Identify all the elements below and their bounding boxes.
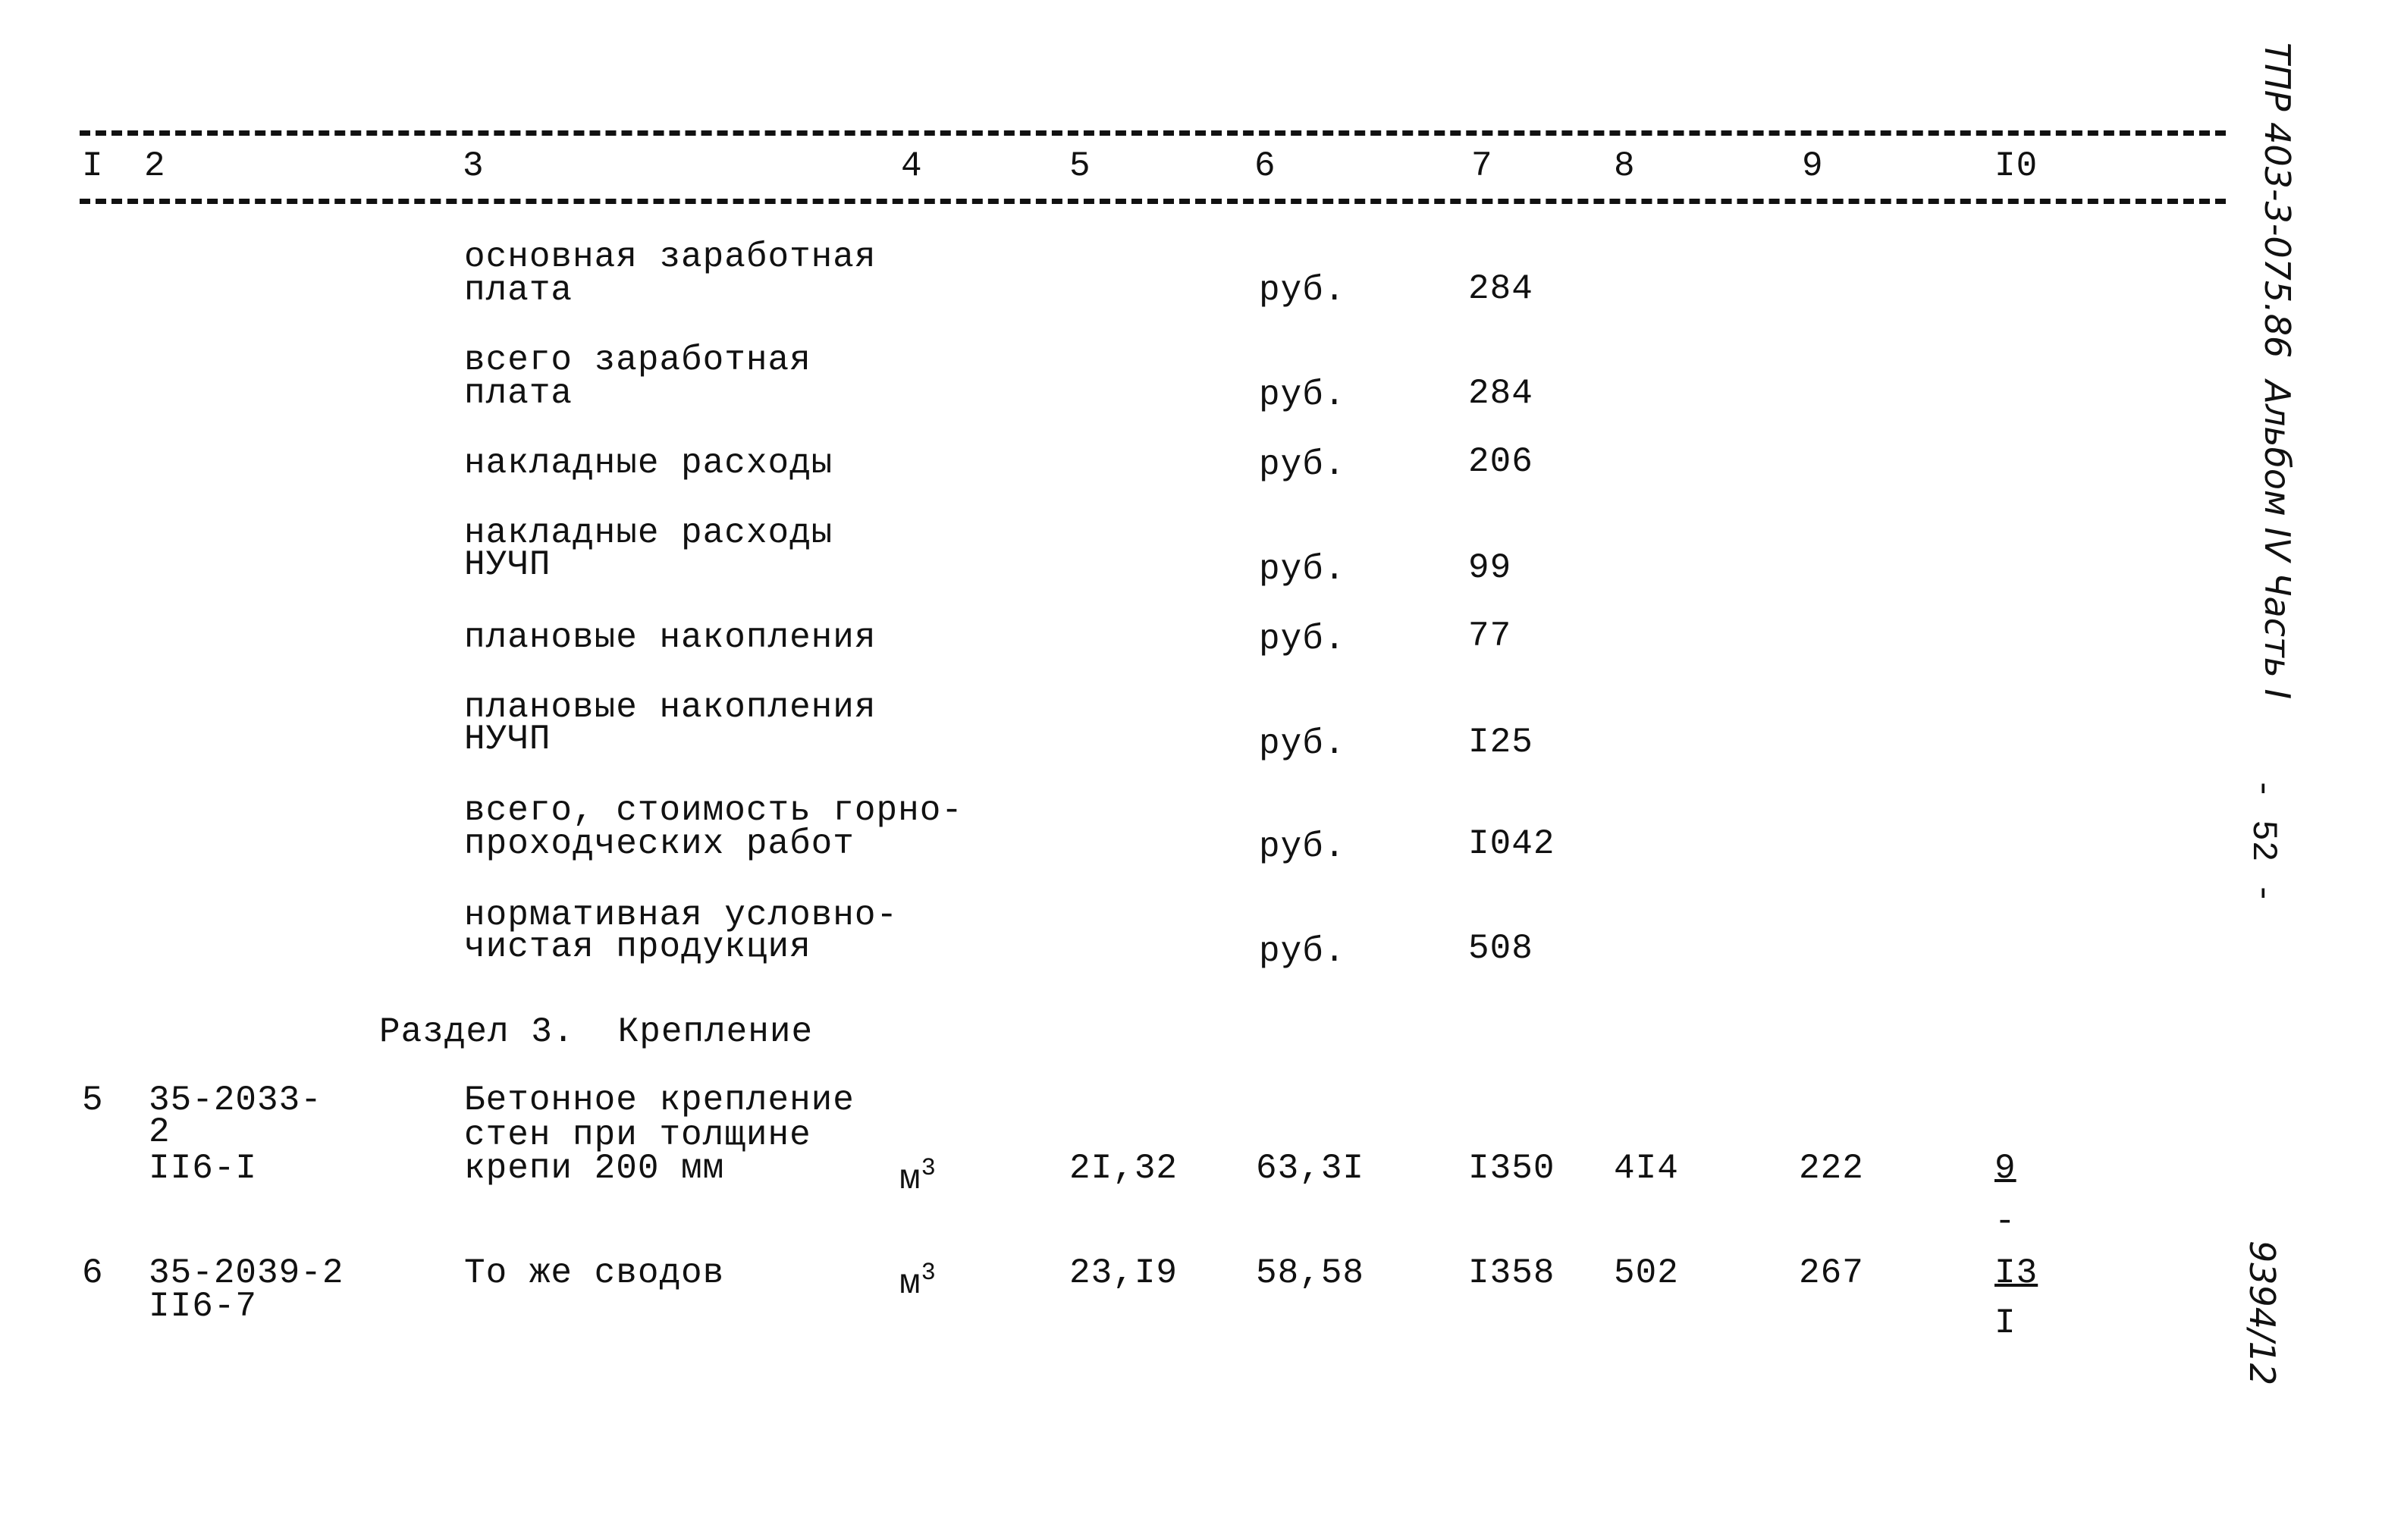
row-col-6: 58,58 <box>1256 1253 1365 1293</box>
cost-item-label: НУЧП <box>464 545 551 585</box>
unit-exponent: 3 <box>921 1259 937 1287</box>
row-description: стен при толщине <box>464 1115 811 1155</box>
col-header-5: 5 <box>1069 146 1091 186</box>
row-col-8: 4I4 <box>1614 1149 1679 1188</box>
col-header-2: 2 <box>144 146 166 186</box>
cost-item-unit: руб. <box>1259 724 1346 764</box>
row-number: 6 <box>82 1253 104 1293</box>
margin-inventory-number: 9394/12 <box>2242 1240 2283 1386</box>
section-title: Раздел 3. Крепление <box>379 1012 814 1052</box>
cost-item-unit: руб. <box>1259 827 1346 867</box>
col-header-6: 6 <box>1254 146 1276 186</box>
row-col-7: I350 <box>1468 1149 1555 1188</box>
row-col-10-bottom: - <box>1994 1202 2016 1241</box>
row-code: 35-2033- <box>149 1081 322 1120</box>
col-header-8: 8 <box>1614 146 1636 186</box>
cost-item-label: плата <box>464 271 573 310</box>
cost-item-value: 77 <box>1468 616 1512 656</box>
row-col-5: 23,I9 <box>1069 1253 1178 1293</box>
cost-item-unit: руб. <box>1259 619 1346 659</box>
row-unit: м3 <box>899 1256 937 1301</box>
row-col-6: 63,3I <box>1256 1149 1365 1188</box>
row-col-10-top: I3 <box>1994 1253 2038 1293</box>
cost-item-value: 284 <box>1468 374 1533 413</box>
cost-item-unit: руб. <box>1259 445 1346 485</box>
col-header-9: 9 <box>1802 146 1824 186</box>
row-number: 5 <box>82 1081 104 1120</box>
cost-item-label: чистая продукция <box>464 927 811 967</box>
cost-item-unit: руб. <box>1259 271 1346 310</box>
row-col-7: I358 <box>1468 1253 1555 1293</box>
cost-item-value: 284 <box>1468 269 1533 309</box>
row-col-8: 502 <box>1614 1253 1679 1293</box>
cost-item-value: 206 <box>1468 442 1533 481</box>
row-description: То же сводов <box>464 1253 725 1293</box>
row-code: II6-I <box>149 1149 258 1188</box>
cost-item-value: I25 <box>1468 723 1533 762</box>
cost-item-value: 508 <box>1468 929 1533 968</box>
row-description: крепи 200 мм <box>464 1149 725 1188</box>
cost-item-unit: руб. <box>1259 550 1346 589</box>
cost-item-value: I042 <box>1468 824 1555 864</box>
row-col-9: 267 <box>1799 1253 1864 1293</box>
row-description: Бетонное крепление <box>464 1081 855 1120</box>
row-col-10-top: 9 <box>1994 1149 2016 1188</box>
cost-item-label: плата <box>464 374 573 413</box>
cost-item-value: 99 <box>1468 548 1512 588</box>
col-header-1: I <box>82 146 104 186</box>
col-header-7: 7 <box>1471 146 1493 186</box>
row-col-10-bottom: I <box>1994 1303 2016 1343</box>
cost-item-unit: руб. <box>1259 932 1346 971</box>
cost-item-label: накладные расходы <box>464 444 833 483</box>
header-bottom-rule <box>80 199 2226 204</box>
col-header-3: 3 <box>463 146 485 186</box>
margin-doc-reference: ТПР 403-3-075.86 Альбом IV Часть I <box>2257 42 2298 700</box>
margin-page-number: - 52 - <box>2243 778 2283 904</box>
cost-item-label: плановые накопления <box>464 618 877 657</box>
unit-base: м <box>899 1159 921 1199</box>
cost-item-label: всего, стоимость горно- <box>464 791 963 830</box>
row-col-5: 2I,32 <box>1069 1149 1178 1188</box>
header-top-rule <box>80 130 2226 136</box>
col-header-10: I0 <box>1994 146 2038 186</box>
row-col-9: 222 <box>1799 1149 1864 1188</box>
cost-item-label: всего заработная <box>464 340 811 380</box>
unit-exponent: 3 <box>921 1154 937 1182</box>
cost-item-label: основная заработная <box>464 237 877 277</box>
row-code: 2 <box>149 1112 171 1152</box>
row-unit: м3 <box>899 1151 937 1197</box>
cost-item-label: проходческих работ <box>464 824 855 864</box>
unit-base: м <box>899 1264 921 1303</box>
row-code: 35-2039-2 <box>149 1253 344 1293</box>
cost-item-unit: руб. <box>1259 375 1346 415</box>
col-header-4: 4 <box>901 146 923 186</box>
cost-item-label: НУЧП <box>464 720 551 759</box>
row-code: II6-7 <box>149 1287 258 1326</box>
